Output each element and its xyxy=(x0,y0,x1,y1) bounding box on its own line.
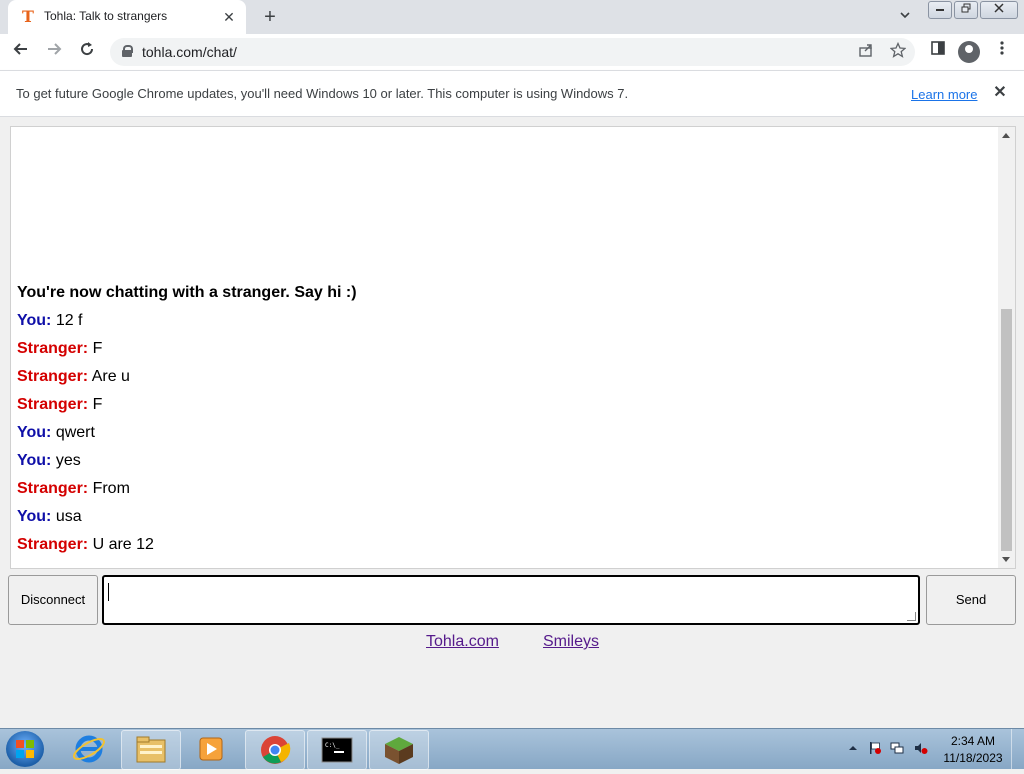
sender-label: You: xyxy=(17,508,52,525)
resize-handle-icon[interactable] xyxy=(907,612,916,621)
menu-kebab-icon[interactable] xyxy=(990,40,1014,64)
show-desktop-button[interactable] xyxy=(1011,729,1024,769)
scrollbar-thumb[interactable] xyxy=(1001,309,1012,551)
chat-message: Stranger: From xyxy=(17,475,977,503)
message-text: usa xyxy=(55,508,82,525)
show-hidden-icons-arrow-icon[interactable] xyxy=(846,741,860,755)
update-infobar: To get future Google Chrome updates, you… xyxy=(0,70,1024,117)
chat-message: You: qwert xyxy=(17,419,977,447)
tab-strip: T Tohla: Talk to strangers ✕ + xyxy=(0,0,1024,34)
sender-label: You: xyxy=(17,424,52,441)
chat-message: You: usa xyxy=(17,503,977,531)
tab-tohla[interactable]: T Tohla: Talk to strangers ✕ xyxy=(8,0,246,34)
message-text: Are u xyxy=(91,368,130,385)
network-icon[interactable] xyxy=(890,741,904,755)
scroll-up-arrow-icon[interactable] xyxy=(1002,133,1010,138)
address-bar[interactable]: tohla.com/chat/ xyxy=(110,38,915,66)
minimize-icon[interactable] xyxy=(928,1,952,19)
tohla-favicon-icon: T xyxy=(22,7,34,26)
window-close-icon[interactable] xyxy=(980,1,1018,19)
chat-message: Stranger: Are u xyxy=(17,363,977,391)
message-text: yes xyxy=(55,452,81,469)
svg-text:C:\_: C:\_ xyxy=(325,742,340,749)
tab-title: Tohla: Talk to strangers xyxy=(44,9,168,23)
minecraft-icon[interactable] xyxy=(369,730,429,770)
smileys-link[interactable]: Smileys xyxy=(543,633,599,651)
bookmark-star-icon[interactable] xyxy=(888,41,908,62)
message-text: 12 f xyxy=(55,312,83,329)
chrome-icon[interactable] xyxy=(245,730,305,770)
browser-toolbar: tohla.com/chat/ xyxy=(0,34,1024,70)
window-controls xyxy=(928,1,1018,19)
file-explorer-icon[interactable] xyxy=(121,730,181,770)
status-message: You're now chatting with a stranger. Say… xyxy=(17,284,357,301)
sender-label: Stranger: xyxy=(17,368,89,385)
restore-icon[interactable] xyxy=(954,1,978,19)
chat-message: Stranger: U are 12 xyxy=(17,531,977,559)
windows-logo-icon xyxy=(16,740,34,758)
clock-time[interactable]: 2:34 AM xyxy=(940,734,1006,748)
text-caret xyxy=(108,583,109,601)
sender-label: Stranger: xyxy=(17,480,89,497)
message-text: U are 12 xyxy=(92,536,154,553)
clock-date[interactable]: 11/18/2023 xyxy=(940,751,1006,765)
tab-close-icon[interactable]: ✕ xyxy=(220,8,238,26)
start-button[interactable] xyxy=(6,731,44,767)
chat-message: You: 12 f xyxy=(17,307,977,335)
message-text: From xyxy=(92,480,130,497)
send-button[interactable]: Send xyxy=(926,575,1016,625)
tab-search-chevron-icon[interactable] xyxy=(896,8,914,26)
sender-label: Stranger: xyxy=(17,396,89,413)
reload-icon[interactable] xyxy=(75,40,99,64)
lock-icon[interactable] xyxy=(122,45,133,57)
chat-message: Stranger: F xyxy=(17,335,977,363)
chat-message: Stranger: F xyxy=(17,391,977,419)
back-arrow-icon[interactable] xyxy=(9,40,33,64)
chat-page: You're now chatting with a stranger. Say… xyxy=(0,117,1024,728)
new-tab-button[interactable]: + xyxy=(258,6,282,28)
chat-message: You: yes xyxy=(17,447,977,475)
message-list: You're now chatting with a stranger. Say… xyxy=(17,279,977,559)
message-input[interactable] xyxy=(102,575,920,625)
side-panel-icon[interactable] xyxy=(926,40,950,64)
internet-explorer-icon[interactable] xyxy=(60,730,118,768)
windows-taskbar: C:\_ 2:34 AM 11/18/2023 xyxy=(0,728,1024,770)
infobar-message: To get future Google Chrome updates, you… xyxy=(16,86,629,101)
message-text: qwert xyxy=(55,424,95,441)
chat-log[interactable]: You're now chatting with a stranger. Say… xyxy=(10,126,1016,569)
message-text: F xyxy=(92,340,103,357)
media-player-icon[interactable] xyxy=(182,730,240,768)
url-text: tohla.com/chat/ xyxy=(142,44,237,60)
profile-avatar-icon[interactable] xyxy=(958,41,980,63)
chat-scrollbar[interactable] xyxy=(998,127,1015,568)
forward-arrow-icon[interactable] xyxy=(42,40,66,64)
command-prompt-icon[interactable]: C:\_ xyxy=(307,730,367,770)
learn-more-link[interactable]: Learn more xyxy=(911,87,977,102)
volume-muted-icon[interactable] xyxy=(914,741,928,755)
tohla-home-link[interactable]: Tohla.com xyxy=(426,633,499,651)
action-center-flag-icon[interactable] xyxy=(868,741,882,755)
disconnect-button[interactable]: Disconnect xyxy=(8,575,98,625)
share-icon[interactable] xyxy=(856,42,876,62)
sender-label: Stranger: xyxy=(17,340,89,357)
scroll-down-arrow-icon[interactable] xyxy=(1002,557,1010,562)
message-text: F xyxy=(92,396,103,413)
sender-label: You: xyxy=(17,312,52,329)
sender-label: Stranger: xyxy=(17,536,89,553)
sender-label: You: xyxy=(17,452,52,469)
infobar-close-icon[interactable]: ✕ xyxy=(990,83,1010,103)
